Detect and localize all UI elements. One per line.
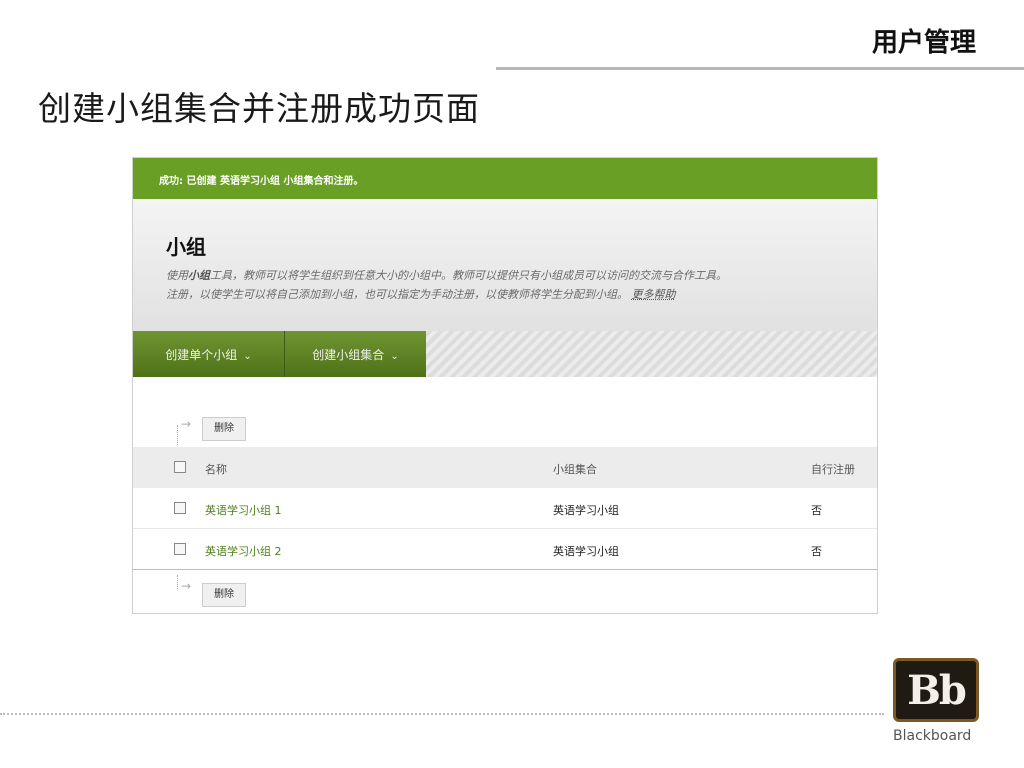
group-list: → 删除 名称 小组集合 自行注册 英语学习小组 1 英语学习小组 否 英语学习… (133, 377, 877, 613)
header-divider (496, 67, 1024, 70)
logo-mark: Bb (907, 666, 967, 714)
select-arrow-icon: → (177, 575, 197, 597)
footer-divider (0, 713, 884, 715)
success-message-bar: 成功: 已创建 英语学习小组 小组集合和注册。 (133, 158, 877, 199)
chevron-down-icon: ⌄ (390, 351, 399, 362)
desc-text: 注册，以使学生可以将自己添加到小组，也可以指定为手动注册，以使教师将学生分配到小… (166, 288, 628, 301)
column-header-self-enroll[interactable]: 自行注册 (811, 461, 855, 477)
row-checkbox[interactable] (174, 502, 186, 514)
blackboard-wordmark: Blackboard (893, 728, 972, 744)
select-arrow-icon: → (177, 417, 193, 445)
desc-bold-text: 小组 (188, 269, 210, 282)
column-header-group-set[interactable]: 小组集合 (553, 461, 597, 477)
select-all-checkbox[interactable] (174, 461, 186, 473)
desc-text: 使用 (166, 269, 188, 282)
create-group-set-label: 创建小组集合 (312, 348, 385, 362)
slide-header: 用户管理 (871, 28, 976, 58)
table-row: 英语学习小组 1 英语学习小组 否 (133, 488, 877, 529)
action-bar: 创建单个小组 ⌄ 创建小组集合 ⌄ (133, 331, 877, 377)
chevron-down-icon: ⌄ (243, 351, 252, 362)
more-help-link[interactable]: 更多帮助 (632, 288, 676, 301)
column-header-name[interactable]: 名称 (205, 461, 227, 477)
delete-button-bottom[interactable]: 删除 (202, 583, 246, 607)
desc-text: 工具，教师可以将学生组织到任意大小的小组中。教师可以提供只有小组成员可以访问的交… (210, 269, 727, 282)
self-enroll-cell: 否 (811, 504, 822, 517)
row-checkbox[interactable] (174, 543, 186, 555)
page-description-line1: 使用小组工具，教师可以将学生组织到任意大小的小组中。教师可以提供只有小组成员可以… (166, 266, 877, 285)
self-enroll-cell: 否 (811, 545, 822, 558)
table-row: 英语学习小组 2 英语学习小组 否 (133, 529, 877, 570)
create-single-group-label: 创建单个小组 (165, 348, 238, 362)
create-single-group-button[interactable]: 创建单个小组 ⌄ (133, 331, 285, 377)
create-group-set-button[interactable]: 创建小组集合 ⌄ (285, 331, 426, 377)
page-header: 小组 使用小组工具，教师可以将学生组织到任意大小的小组中。教师可以提供只有小组成… (133, 199, 877, 331)
delete-button-top[interactable]: 删除 (202, 417, 246, 441)
groups-table: 名称 小组集合 自行注册 英语学习小组 1 英语学习小组 否 英语学习小组 2 … (133, 447, 877, 570)
success-message: 成功: 已创建 英语学习小组 小组集合和注册。 (159, 176, 364, 187)
page-title: 小组 (166, 235, 206, 259)
blackboard-screenshot: 成功: 已创建 英语学习小组 小组集合和注册。 小组 使用小组工具，教师可以将学… (132, 157, 878, 614)
group-name-link[interactable]: 英语学习小组 1 (205, 502, 282, 518)
group-set-cell: 英语学习小组 (553, 504, 619, 517)
group-set-cell: 英语学习小组 (553, 545, 619, 558)
group-name-link[interactable]: 英语学习小组 2 (205, 543, 282, 559)
table-header-row: 名称 小组集合 自行注册 (133, 447, 877, 488)
page-description-line2: 注册，以使学生可以将自己添加到小组，也可以指定为手动注册，以使教师将学生分配到小… (166, 285, 877, 304)
blackboard-logo: Bb (893, 658, 979, 722)
slide-title: 创建小组集合并注册成功页面 (38, 89, 480, 128)
